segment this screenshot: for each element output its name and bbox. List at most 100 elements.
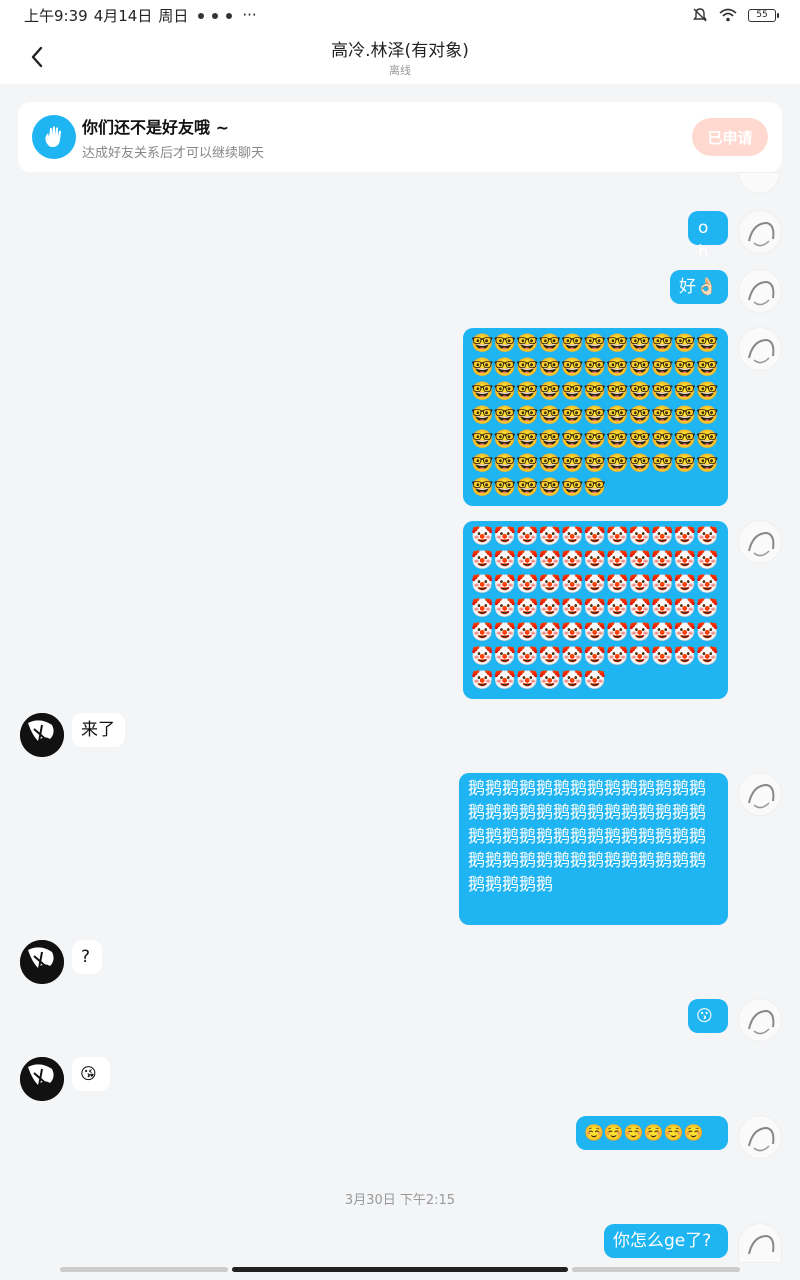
emoji: 🤓 — [651, 453, 674, 474]
emoji: 🤓 — [493, 477, 516, 498]
status-more: ··· — [242, 6, 257, 24]
emoji: 🤓 — [583, 429, 606, 450]
emoji: 🤓 — [471, 381, 494, 402]
avatar[interactable] — [20, 1057, 64, 1101]
emoji: 🤡 — [471, 526, 494, 547]
emoji: 🤓 — [493, 357, 516, 378]
emoji: 🤡 — [471, 646, 494, 667]
emoji: 🤡 — [673, 598, 696, 619]
emoji: 🤡 — [561, 622, 584, 643]
emoji: 🤡 — [651, 550, 674, 571]
message-bubble[interactable]: 😗 — [688, 999, 728, 1033]
avatar[interactable] — [738, 998, 782, 1042]
avatar[interactable] — [738, 210, 782, 254]
avatar[interactable] — [20, 713, 64, 757]
message-bubble[interactable]: 🤡 🤡 🤡 🤡 🤡 🤡 🤡 🤡 🤡 🤡 🤡 🤡 🤡 🤡 🤡 🤡 🤡 🤡 🤡 🤡 🤡 🤡 🤡 🤡 🤡 🤡 🤡 🤡 🤡 🤡 🤡 🤡 🤡 🤡 🤡 🤡 🤡 🤡 🤡 🤡… — [463, 521, 728, 699]
emoji: 🤓 — [673, 381, 696, 402]
emoji: 🤡 — [651, 646, 674, 667]
emoji: 🤓 — [628, 405, 651, 426]
message-bubble[interactable]: oh — [688, 211, 728, 262]
message-text: 来了 — [81, 720, 115, 740]
emoji: 🤓 — [606, 357, 629, 378]
emoji: 🤡 — [538, 550, 561, 571]
message-bubble[interactable]: 鹅鹅鹅鹅鹅鹅鹅鹅鹅鹅鹅鹅鹅鹅鹅鹅鹅鹅鹅鹅鹅鹅鹅鹅鹅鹅鹅鹅鹅鹅鹅鹅鹅鹅鹅鹅鹅鹅鹅鹅… — [459, 773, 728, 925]
emoji: 🤓 — [538, 429, 561, 450]
message-bubble[interactable]: 🤓 🤓 🤓 🤓 🤓 🤓 🤓 🤓 🤓 🤓 🤓 🤓 🤓 🤓 🤓 🤓 🤓 🤓 🤓 🤓 🤓 🤓 🤓 🤓 🤓 🤓 🤓 🤓 🤓 🤓 🤓 🤓 🤓 🤓 🤓 🤓 🤓 🤓 🤓 🤓… — [463, 328, 728, 506]
wifi-icon — [719, 8, 737, 22]
hand-wave-icon — [32, 115, 76, 159]
emoji: 🤓 — [583, 357, 606, 378]
emoji: 🤡 — [606, 646, 629, 667]
applied-button[interactable]: 已申请 — [692, 118, 768, 156]
emoji: 🤓 — [583, 405, 606, 426]
avatar[interactable] — [738, 172, 780, 194]
avatar[interactable] — [738, 772, 782, 816]
emoji: 🤡 — [493, 526, 516, 547]
emoji: 🤓 — [516, 453, 539, 474]
message-bubble[interactable]: 你怎么ge了? — [604, 1224, 728, 1258]
avatar[interactable] — [738, 327, 782, 371]
emoji: 🤡 — [583, 574, 606, 595]
status-time: 上午9:39 — [24, 6, 88, 25]
emoji: 🤡 — [493, 670, 516, 691]
emoji: 🤓 — [493, 333, 516, 354]
emoji: 🤡 — [583, 550, 606, 571]
emoji: 🤡 — [516, 598, 539, 619]
emoji: 🤡 — [493, 598, 516, 619]
message-text: 😗 — [696, 1006, 713, 1025]
status-date: 4月14日 — [93, 6, 153, 25]
emoji: 🤓 — [651, 357, 674, 378]
emoji: 🤓 — [471, 477, 494, 498]
banner-title: 你们还不是好友哦 ~ — [82, 117, 229, 137]
emoji: 🤡 — [561, 526, 584, 547]
emoji: 🤡 — [673, 550, 696, 571]
emoji: 🤡 — [538, 574, 561, 595]
emoji: 🤓 — [561, 429, 584, 450]
online-status: 离线 — [389, 64, 411, 77]
message-text: ? — [81, 947, 91, 967]
avatar[interactable] — [738, 269, 782, 313]
emoji: 🤡 — [471, 622, 494, 643]
emoji: 🤓 — [696, 381, 719, 402]
message-bubble[interactable]: 😘 — [72, 1057, 110, 1091]
message-bubble[interactable]: ☺️☺️☺️☺️☺️☺️ — [576, 1116, 728, 1150]
message-bubble[interactable]: ? — [72, 940, 102, 974]
emoji: 🤡 — [696, 646, 719, 667]
message-bubble[interactable]: 好👌🏻 — [670, 270, 728, 304]
emoji: 🤓 — [673, 429, 696, 450]
emoji: 🤓 — [493, 405, 516, 426]
emoji: 🤡 — [651, 574, 674, 595]
emoji: 🤓 — [583, 453, 606, 474]
emoji: 🤓 — [606, 381, 629, 402]
scroll-indicator-right — [572, 1267, 740, 1272]
emoji: 🤓 — [696, 453, 719, 474]
emoji: 🤓 — [696, 405, 719, 426]
emoji: 🤓 — [516, 381, 539, 402]
emoji: 🤓 — [471, 453, 494, 474]
emoji: 🤓 — [628, 333, 651, 354]
emoji: 🤓 — [651, 381, 674, 402]
avatar[interactable] — [738, 1115, 782, 1159]
emoji: 🤓 — [696, 333, 719, 354]
emoji: 🤡 — [538, 622, 561, 643]
emoji: 🤡 — [493, 550, 516, 571]
emoji: 🤓 — [538, 381, 561, 402]
avatar[interactable] — [738, 520, 782, 564]
chat-header: 高冷.林泽(有对象) 离线 — [0, 30, 800, 84]
emoji: 🤓 — [471, 405, 494, 426]
status-bar: 上午9:39 4月14日 周日 ··· 55 — [0, 0, 800, 30]
emoji: 🤓 — [493, 453, 516, 474]
message-text: 鹅鹅鹅鹅鹅鹅鹅鹅鹅鹅鹅鹅鹅鹅鹅鹅鹅鹅鹅鹅鹅鹅鹅鹅鹅鹅鹅鹅鹅鹅鹅鹅鹅鹅鹅鹅鹅鹅鹅鹅… — [468, 779, 706, 895]
message-text: 你怎么ge了? — [613, 1231, 712, 1251]
friend-request-banner: 你们还不是好友哦 ~ 达成好友关系后才可以继续聊天 已申请 — [18, 102, 782, 172]
emoji: 🤡 — [583, 598, 606, 619]
avatar[interactable] — [20, 940, 64, 984]
emoji: 🤡 — [696, 622, 719, 643]
emoji: 🤓 — [606, 333, 629, 354]
avatar[interactable] — [738, 1223, 782, 1263]
chat-title: 高冷.林泽(有对象) — [331, 41, 469, 61]
message-bubble[interactable]: 来了 — [72, 713, 125, 747]
home-indicator[interactable] — [232, 1267, 568, 1272]
emoji: 🤡 — [493, 622, 516, 643]
notification-icons — [194, 6, 236, 24]
